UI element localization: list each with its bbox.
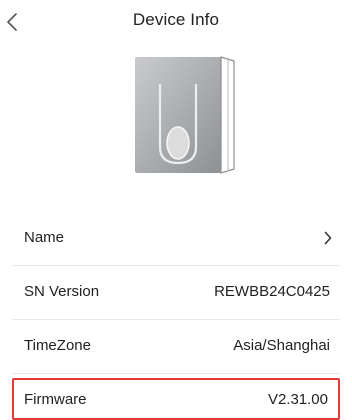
sn-version-label: SN Version (24, 283, 100, 300)
device-image (130, 55, 240, 175)
name-row[interactable]: Name (12, 212, 340, 266)
timezone-label: TimeZone (24, 337, 91, 354)
sn-version-row: SN Version REWBB24C0425 (12, 266, 340, 320)
firmware-value: V2.31.00 (267, 391, 328, 408)
device-info-list: Name SN Version REWBB24C0425 TimeZone As… (12, 212, 340, 420)
firmware-row[interactable]: Firmware V2.31.00 (12, 378, 340, 420)
firmware-label: Firmware (24, 391, 87, 408)
timezone-value: Asia/Shanghai (233, 337, 330, 354)
chevron-right-icon (324, 231, 332, 245)
name-label: Name (24, 229, 65, 246)
sn-version-value: REWBB24C0425 (214, 283, 330, 300)
header-bar: Device Info (0, 0, 352, 44)
page-title: Device Info (132, 10, 220, 29)
device-info-screen: { "header": { "title": "Device Info", "b… (0, 0, 352, 420)
timezone-row: TimeZone Asia/Shanghai (12, 320, 340, 374)
